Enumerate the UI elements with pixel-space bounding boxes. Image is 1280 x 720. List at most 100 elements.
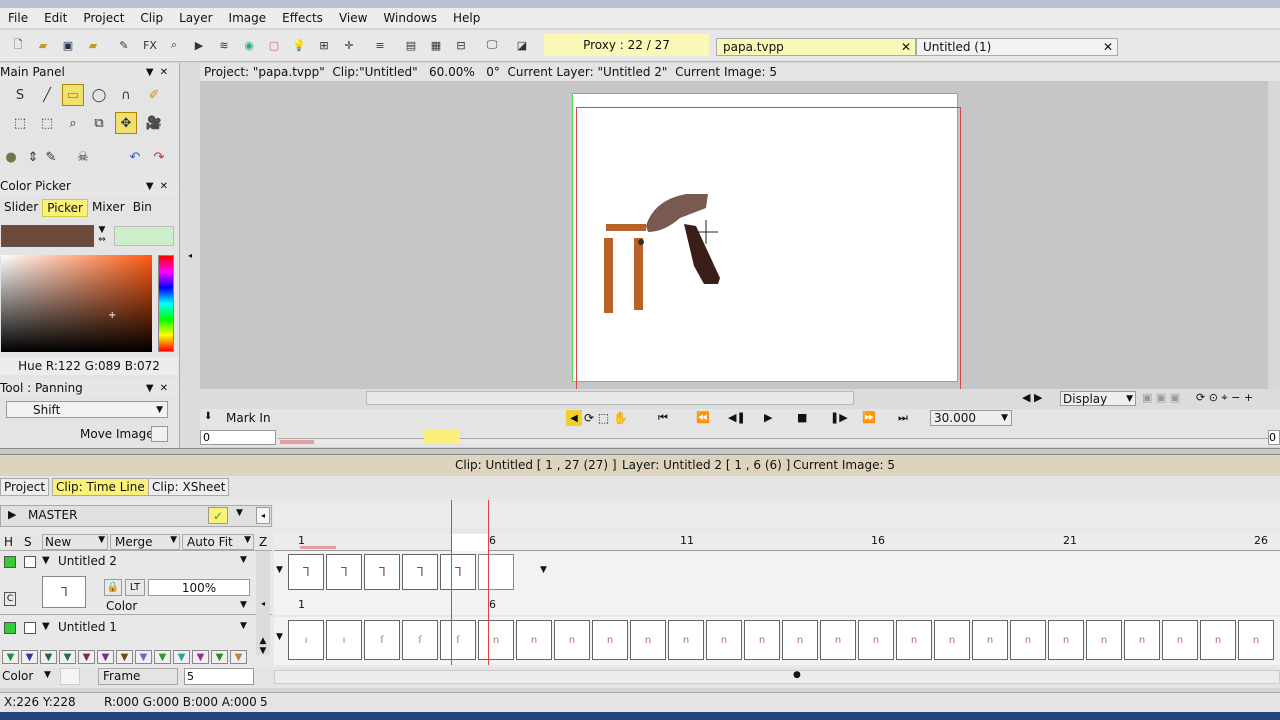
rectangle-icon[interactable]: ▭ [62,84,84,106]
frame-thumb[interactable]: n [972,620,1008,660]
last-frame-icon[interactable]: ⏭ [898,411,908,425]
color-swatch[interactable]: ▼ [230,650,247,664]
frame-thumb[interactable]: n [516,620,552,660]
crosshair-icon[interactable]: ✛ [339,35,359,55]
panel-menu-close-icon[interactable]: ▼✕ [146,67,174,78]
pan-icon[interactable]: ✥ [115,112,137,134]
open-folder-icon[interactable]: ▰ [33,35,53,55]
step-forward-icon[interactable]: ❚▶ [830,411,848,424]
layer-visibility-toggle[interactable] [4,556,16,568]
tab-time-line[interactable]: Clip: Time Line [52,478,149,496]
frame-input[interactable] [200,430,276,445]
master-check-icon[interactable]: ✓ [208,507,228,524]
layer-row-untitled-1[interactable] [0,617,256,645]
line-icon[interactable]: ╱ [36,84,58,106]
color-swatch[interactable]: ▼ [59,650,76,664]
view-buttons-icon[interactable]: ▣ ▣ ▣ [1142,391,1180,404]
display-select[interactable]: Display ▼ [1060,391,1136,406]
frame-thumb[interactable] [478,554,514,590]
hue-slider[interactable] [158,255,174,352]
frame-thumb[interactable]: n [1238,620,1274,660]
menu-help[interactable]: Help [445,11,488,25]
gradient-icon[interactable]: ◪ [512,35,532,55]
tab-xsheet[interactable]: Clip: XSheet [148,478,230,496]
camera-icon[interactable]: 🎥 [143,112,165,134]
brush-tools-icon[interactable]: ✎ [114,35,134,55]
play-icon[interactable]: ▶ [764,411,772,424]
crop-icon[interactable]: ⧉ [88,112,110,134]
color-swatch[interactable]: ▼ [154,650,171,664]
chevron-down-icon[interactable]: ▼ [236,508,243,518]
bezier-icon[interactable]: ∩ [115,84,137,106]
chevron-down-icon[interactable]: ▼ [240,600,247,610]
play-icon[interactable]: ▶ [189,35,209,55]
chevron-down-icon[interactable]: ▼ [240,555,247,565]
select-icon[interactable]: ⬚ [36,112,58,134]
tab-slider[interactable]: Slider [0,199,42,217]
color-swatch[interactable]: ▼ [21,650,38,664]
frame-thumb[interactable]: n [668,620,704,660]
frame-thumb[interactable]: ı [326,620,362,660]
secondary-color-swatch[interactable] [114,226,174,246]
frame-slider-handle[interactable] [424,430,460,444]
panel-icon[interactable]: ▤ [401,35,421,55]
split-icon[interactable]: ⊟ [451,35,471,55]
right-frame-input[interactable] [1268,430,1280,445]
rotate-view-icon[interactable]: ⟳ ⊙ ⌖ − + [1196,391,1253,405]
new-file-icon[interactable]: 🗋 [8,35,28,55]
chevron-down-icon[interactable]: ▼ [276,565,283,575]
sound-icon[interactable]: ◀ [566,410,582,426]
blend-mode-select[interactable]: Color [106,599,137,613]
color-swatch[interactable]: ▼ [211,650,228,664]
scroll-thumb-icon[interactable]: ● [793,670,801,680]
frame-thumb[interactable]: n [934,620,970,660]
magnify-icon[interactable]: ⌕ [62,112,84,134]
stop-icon[interactable]: ■ [797,411,807,424]
frame-thumb[interactable]: n [820,620,856,660]
layer-2-name[interactable]: Untitled 2 [58,554,117,568]
tab-bin[interactable]: Bin [129,199,156,217]
ellipse-icon[interactable]: ◯ [88,84,110,106]
opacity-field[interactable]: 100% [148,579,250,596]
skull-icon[interactable]: ☠ [72,146,94,168]
close-icon[interactable]: ✕ [1103,40,1113,54]
layer-solo-toggle[interactable] [24,556,36,568]
chevron-down-icon[interactable]: ▼ [276,632,283,642]
frame-thumb[interactable]: n [554,620,590,660]
color-field[interactable] [1,255,152,352]
tab-untitled[interactable]: Untitled (1) ✕ [916,38,1118,56]
frame-value-input[interactable] [184,668,254,685]
frame-ruler[interactable] [274,534,1280,551]
bin-select-icon[interactable]: ⬚ [9,112,31,134]
scroll-arrows-icon[interactable]: ▲ ▼ [256,636,270,664]
freehand-icon[interactable]: S [9,84,31,106]
frame-thumb[interactable]: n [1048,620,1084,660]
master-expand-icon[interactable]: ▶ [8,508,16,521]
fx-icon[interactable]: FX [140,35,160,55]
tab-picker[interactable]: Picker [42,199,88,217]
frame-thumb[interactable]: n [630,620,666,660]
frame-thumb[interactable]: n [1010,620,1046,660]
frame-thumb[interactable]: ſ [364,620,400,660]
color-swatch[interactable]: ▼ [78,650,95,664]
tab-project[interactable]: Project [0,478,50,496]
chevron-down-icon[interactable]: ▼ [540,565,547,575]
frame-thumb[interactable]: n [1124,620,1160,660]
menu-layer[interactable]: Layer [171,11,220,25]
lightbulb-icon[interactable]: 💡 [289,35,309,55]
mode-select[interactable]: Shift ▼ [6,401,168,418]
frame-thumb[interactable]: n [744,620,780,660]
panel-menu-close-icon[interactable]: ▼✕ [146,181,174,192]
color-swatch[interactable]: ▼ [135,650,152,664]
tab-mixer[interactable]: Mixer [88,199,129,217]
frame-thumb[interactable]: ᒣ [326,554,362,590]
color-swatch[interactable]: ▼ [2,650,19,664]
color-preview[interactable] [60,668,80,685]
stack-icon[interactable]: ≡ [370,35,390,55]
color-swatch[interactable]: ▼ [40,650,57,664]
mark-in-button[interactable]: Mark In [226,411,271,425]
color-wheel-icon[interactable]: ◉ [239,35,259,55]
zoom-icon[interactable]: ⌕ [164,35,184,55]
panel-menu-close-icon[interactable]: ▼✕ [146,383,174,394]
grid-icon[interactable]: ⊞ [314,35,334,55]
